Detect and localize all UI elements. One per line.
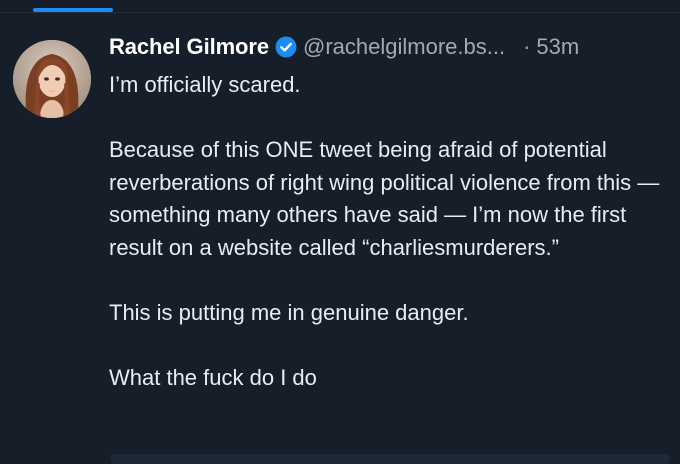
- post-paragraph: This is putting me in genuine danger.: [109, 299, 469, 325]
- post[interactable]: Rachel Gilmore @rachelgilmore.bs... · 53…: [0, 13, 680, 464]
- verified-check-icon: [275, 36, 297, 58]
- author-display-name[interactable]: Rachel Gilmore: [109, 31, 269, 63]
- post-timestamp[interactable]: 53m: [536, 31, 579, 63]
- author-handle[interactable]: @rachelgilmore.bs...: [303, 31, 505, 63]
- post-paragraph: Because of this ONE tweet being afraid o…: [109, 137, 660, 260]
- post-text: I’m officially scared. Because of this O…: [109, 69, 674, 394]
- avatar[interactable]: [13, 40, 91, 118]
- post-paragraph: I’m officially scared.: [109, 72, 301, 97]
- separator-dot: ·: [523, 34, 531, 59]
- post-paragraph: What the fuck do I do: [109, 364, 317, 390]
- quoted-post-preview[interactable]: [110, 454, 670, 464]
- post-header: Rachel Gilmore @rachelgilmore.bs... · 53…: [109, 31, 579, 63]
